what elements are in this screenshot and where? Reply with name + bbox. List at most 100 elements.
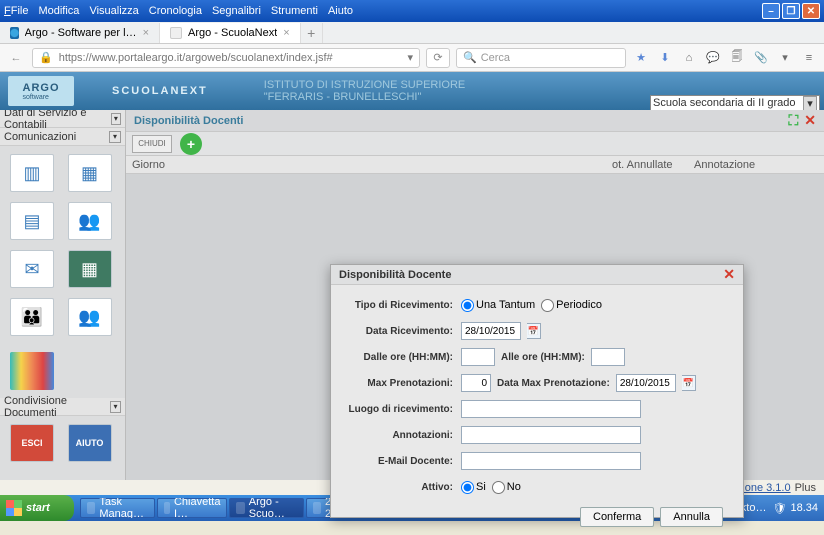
tab-label: Argo - Software per la Scuola…: [25, 27, 137, 39]
school-level-select[interactable]: Scuola secondaria di II grado ▾: [650, 95, 820, 111]
rail-icon-4[interactable]: 👥: [68, 202, 112, 240]
lbl-max-prenotazioni: Max Prenotazioni:: [341, 378, 461, 389]
collapse-icon[interactable]: ▾: [110, 401, 121, 413]
clipboard-icon[interactable]: 📎: [752, 49, 770, 67]
input-data-ricevimento[interactable]: [461, 322, 521, 340]
window-minimize-button[interactable]: –: [762, 3, 780, 19]
downloads-icon[interactable]: ⬇: [656, 49, 674, 67]
lbl-data-max-pren: Data Max Prenotazione:: [497, 378, 610, 389]
radio-una-input[interactable]: [461, 299, 474, 312]
esci-button[interactable]: ESCI: [10, 424, 54, 462]
radio-una-label: Una Tantum: [476, 299, 535, 311]
reload-button[interactable]: ⟳: [426, 48, 450, 68]
radio-per-input[interactable]: [541, 299, 554, 312]
menu-strumenti[interactable]: Strumenti: [271, 5, 318, 17]
lbl-luogo: Luogo di ricevimento:: [341, 404, 461, 415]
annulla-button[interactable]: Annulla: [660, 507, 723, 527]
input-luogo[interactable]: [461, 400, 641, 418]
url-dropdown-icon[interactable]: ▾: [407, 51, 413, 64]
chevron-down-icon[interactable]: ▾: [803, 96, 817, 111]
rail-icon-8[interactable]: 👥: [68, 298, 112, 336]
rail-header-comunicazioni[interactable]: Comunicazioni ▾: [0, 128, 125, 146]
window-close-button[interactable]: ✕: [802, 3, 820, 19]
rail-grid-bottom: ESCI AIUTO: [0, 416, 125, 470]
hamburger-menu-icon[interactable]: ≡: [800, 49, 818, 67]
firefox-menubar: FFile Modifica Visualizza Cronologia Seg…: [0, 0, 824, 22]
input-dalle-ore[interactable]: [461, 348, 495, 366]
search-field[interactable]: 🔍 Cerca: [456, 48, 626, 68]
argo-favicon-icon: [170, 27, 182, 39]
window-maximize-button[interactable]: ❐: [782, 3, 800, 19]
radio-si-label: Si: [476, 481, 486, 493]
calendar-icon[interactable]: 📅: [682, 375, 696, 391]
toolbar-dropdown-icon[interactable]: ▾: [776, 49, 794, 67]
menu-visualizza[interactable]: Visualizza: [89, 5, 138, 17]
calendar-icon[interactable]: 📅: [527, 323, 541, 339]
rail-icon-7[interactable]: 👪: [10, 298, 54, 336]
conferma-button[interactable]: Conferma: [580, 507, 654, 527]
radio-una-tantum[interactable]: Una Tantum: [461, 299, 535, 312]
rail-icon-rainbow[interactable]: [10, 352, 54, 390]
modal-close-icon[interactable]: ✕: [723, 266, 735, 283]
radio-no[interactable]: No: [492, 481, 521, 494]
menu-cronologia[interactable]: Cronologia: [149, 5, 202, 17]
input-data-max-pren[interactable]: [616, 374, 676, 392]
task-item[interactable]: Task Manag…: [80, 498, 155, 518]
tab-close-icon[interactable]: ×: [283, 27, 289, 39]
input-email[interactable]: [461, 452, 641, 470]
main-panel: Disponibilità Docenti ⛶ ✕ CHIUDI + Giorn…: [126, 110, 824, 480]
rail-icon-6[interactable]: ▦: [68, 250, 112, 288]
tab-close-icon[interactable]: ×: [143, 27, 149, 39]
back-button[interactable]: ←: [6, 48, 26, 68]
task-icon: [164, 502, 170, 514]
rail-header-condivisione[interactable]: Condivisione Documenti ▾: [0, 398, 125, 416]
windows-logo-icon: [6, 500, 22, 516]
tab-scuolanext[interactable]: Argo - ScuolaNext ×: [160, 23, 301, 43]
save-icon[interactable]: 🗐: [728, 49, 746, 67]
tab-argo-software[interactable]: Argo - Software per la Scuola… ×: [0, 23, 160, 43]
collapse-icon[interactable]: ▾: [111, 113, 121, 125]
start-button[interactable]: start: [0, 495, 74, 521]
school-select-value: Scuola secondaria di II grado: [653, 97, 795, 109]
lock-icon: 🔒: [39, 51, 53, 64]
input-alle-ore[interactable]: [591, 348, 625, 366]
radio-no-label: No: [507, 481, 521, 493]
task-label: Task Manag…: [99, 498, 148, 518]
collapse-icon[interactable]: ▾: [109, 131, 121, 143]
task-item[interactable]: Argo - Scuo…: [229, 498, 303, 518]
radio-si-input[interactable]: [461, 481, 474, 494]
menu-modifica[interactable]: Modifica: [38, 5, 79, 17]
menu-segnalibri[interactable]: Segnalibri: [212, 5, 261, 17]
task-item[interactable]: Chiavetta I…: [157, 498, 227, 518]
tray-icon[interactable]: 🛡: [772, 502, 784, 514]
address-bar[interactable]: 🔒 https://www.portaleargo.it/argoweb/scu…: [32, 48, 420, 68]
bookmark-star-icon[interactable]: ★: [632, 49, 650, 67]
radio-no-input[interactable]: [492, 481, 505, 494]
rail-icon-5[interactable]: ✉: [10, 250, 54, 288]
rail-icon-1[interactable]: ▥: [10, 154, 54, 192]
chat-icon[interactable]: 💬: [704, 49, 722, 67]
tab-add-button[interactable]: +: [301, 23, 323, 43]
rail-icon-3[interactable]: ▤: [10, 202, 54, 240]
product-name: SCUOLANEXT: [112, 85, 208, 97]
radio-periodico[interactable]: Periodico: [541, 299, 602, 312]
task-icon: [87, 502, 95, 514]
lbl-annotazioni: Annotazioni:: [341, 430, 461, 441]
menu-aiuto[interactable]: Aiuto: [328, 5, 353, 17]
lbl-alle-ore: Alle ore (HH:MM):: [501, 352, 585, 363]
input-max-prenotazioni[interactable]: [461, 374, 491, 392]
aiuto-button[interactable]: AIUTO: [68, 424, 112, 462]
menu-file[interactable]: FFile: [4, 5, 28, 17]
task-label: Argo - Scuo…: [249, 498, 297, 518]
rail-header-dati[interactable]: Dati di Servizio e Contabili ▾: [0, 110, 125, 128]
tray-clock[interactable]: 18.34: [790, 502, 818, 514]
argo-logo: ARGO software: [8, 76, 74, 106]
rail-grid-comunicazioni: ▥ ▦ ▤ 👥 ✉ ▦ 👪 👥: [0, 146, 125, 344]
app-header: ARGO software SCUOLANEXT ISTITUTO DI IST…: [0, 72, 824, 110]
input-annotazioni[interactable]: [461, 426, 641, 444]
home-icon[interactable]: ⌂: [680, 49, 698, 67]
radio-si[interactable]: Si: [461, 481, 486, 494]
left-rail: Dati di Servizio e Contabili ▾ Comunicaz…: [0, 110, 126, 480]
tab-label: Argo - ScuolaNext: [188, 27, 277, 39]
rail-icon-2[interactable]: ▦: [68, 154, 112, 192]
